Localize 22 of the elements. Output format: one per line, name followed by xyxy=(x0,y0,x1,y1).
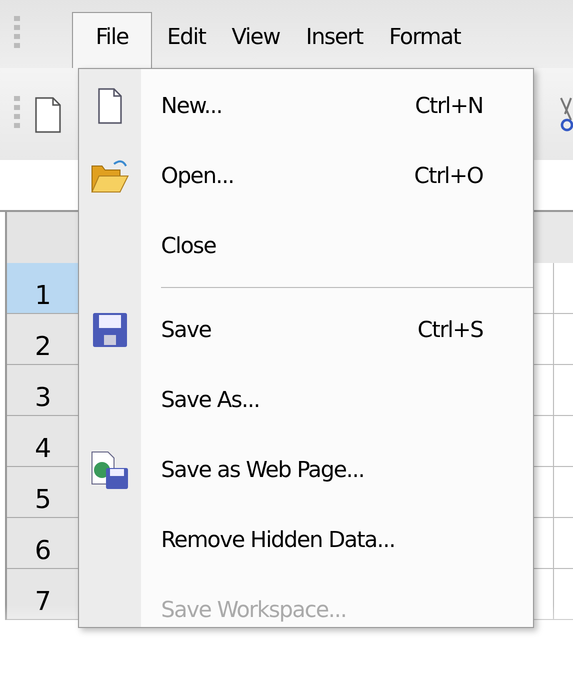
menu-bar-item[interactable]: View xyxy=(220,12,291,68)
menu-item[interactable]: Close xyxy=(79,211,533,281)
menu-bar-item[interactable]: File xyxy=(72,12,152,68)
menu-item[interactable]: Remove Hidden Data... xyxy=(79,505,533,575)
menu-item[interactable]: Save as Web Page... xyxy=(79,435,533,505)
menu-item[interactable]: Save As... xyxy=(79,365,533,435)
row-header[interactable]: 1 xyxy=(7,263,80,314)
row-header[interactable]: 4 xyxy=(7,416,80,467)
menu-bar-item[interactable]: Insert xyxy=(294,12,374,68)
scissors-icon[interactable] xyxy=(559,96,573,132)
row-header[interactable]: 7 xyxy=(7,569,80,620)
row-header[interactable]: 6 xyxy=(7,518,80,569)
document-icon xyxy=(97,87,123,125)
row-header[interactable]: 3 xyxy=(7,365,80,416)
globe-floppy-icon xyxy=(90,450,130,490)
row-header[interactable]: 2 xyxy=(7,314,80,365)
menu-item[interactable]: Open... Ctrl+O xyxy=(79,141,533,211)
menu-bar-item[interactable]: Format xyxy=(378,12,472,68)
menu-bar-item[interactable]: Edit xyxy=(156,12,217,68)
menu-item[interactable]: Save Ctrl+S xyxy=(79,295,533,365)
menu-item[interactable]: New... Ctrl+N xyxy=(79,71,533,141)
row-header[interactable]: 5 xyxy=(7,467,80,518)
